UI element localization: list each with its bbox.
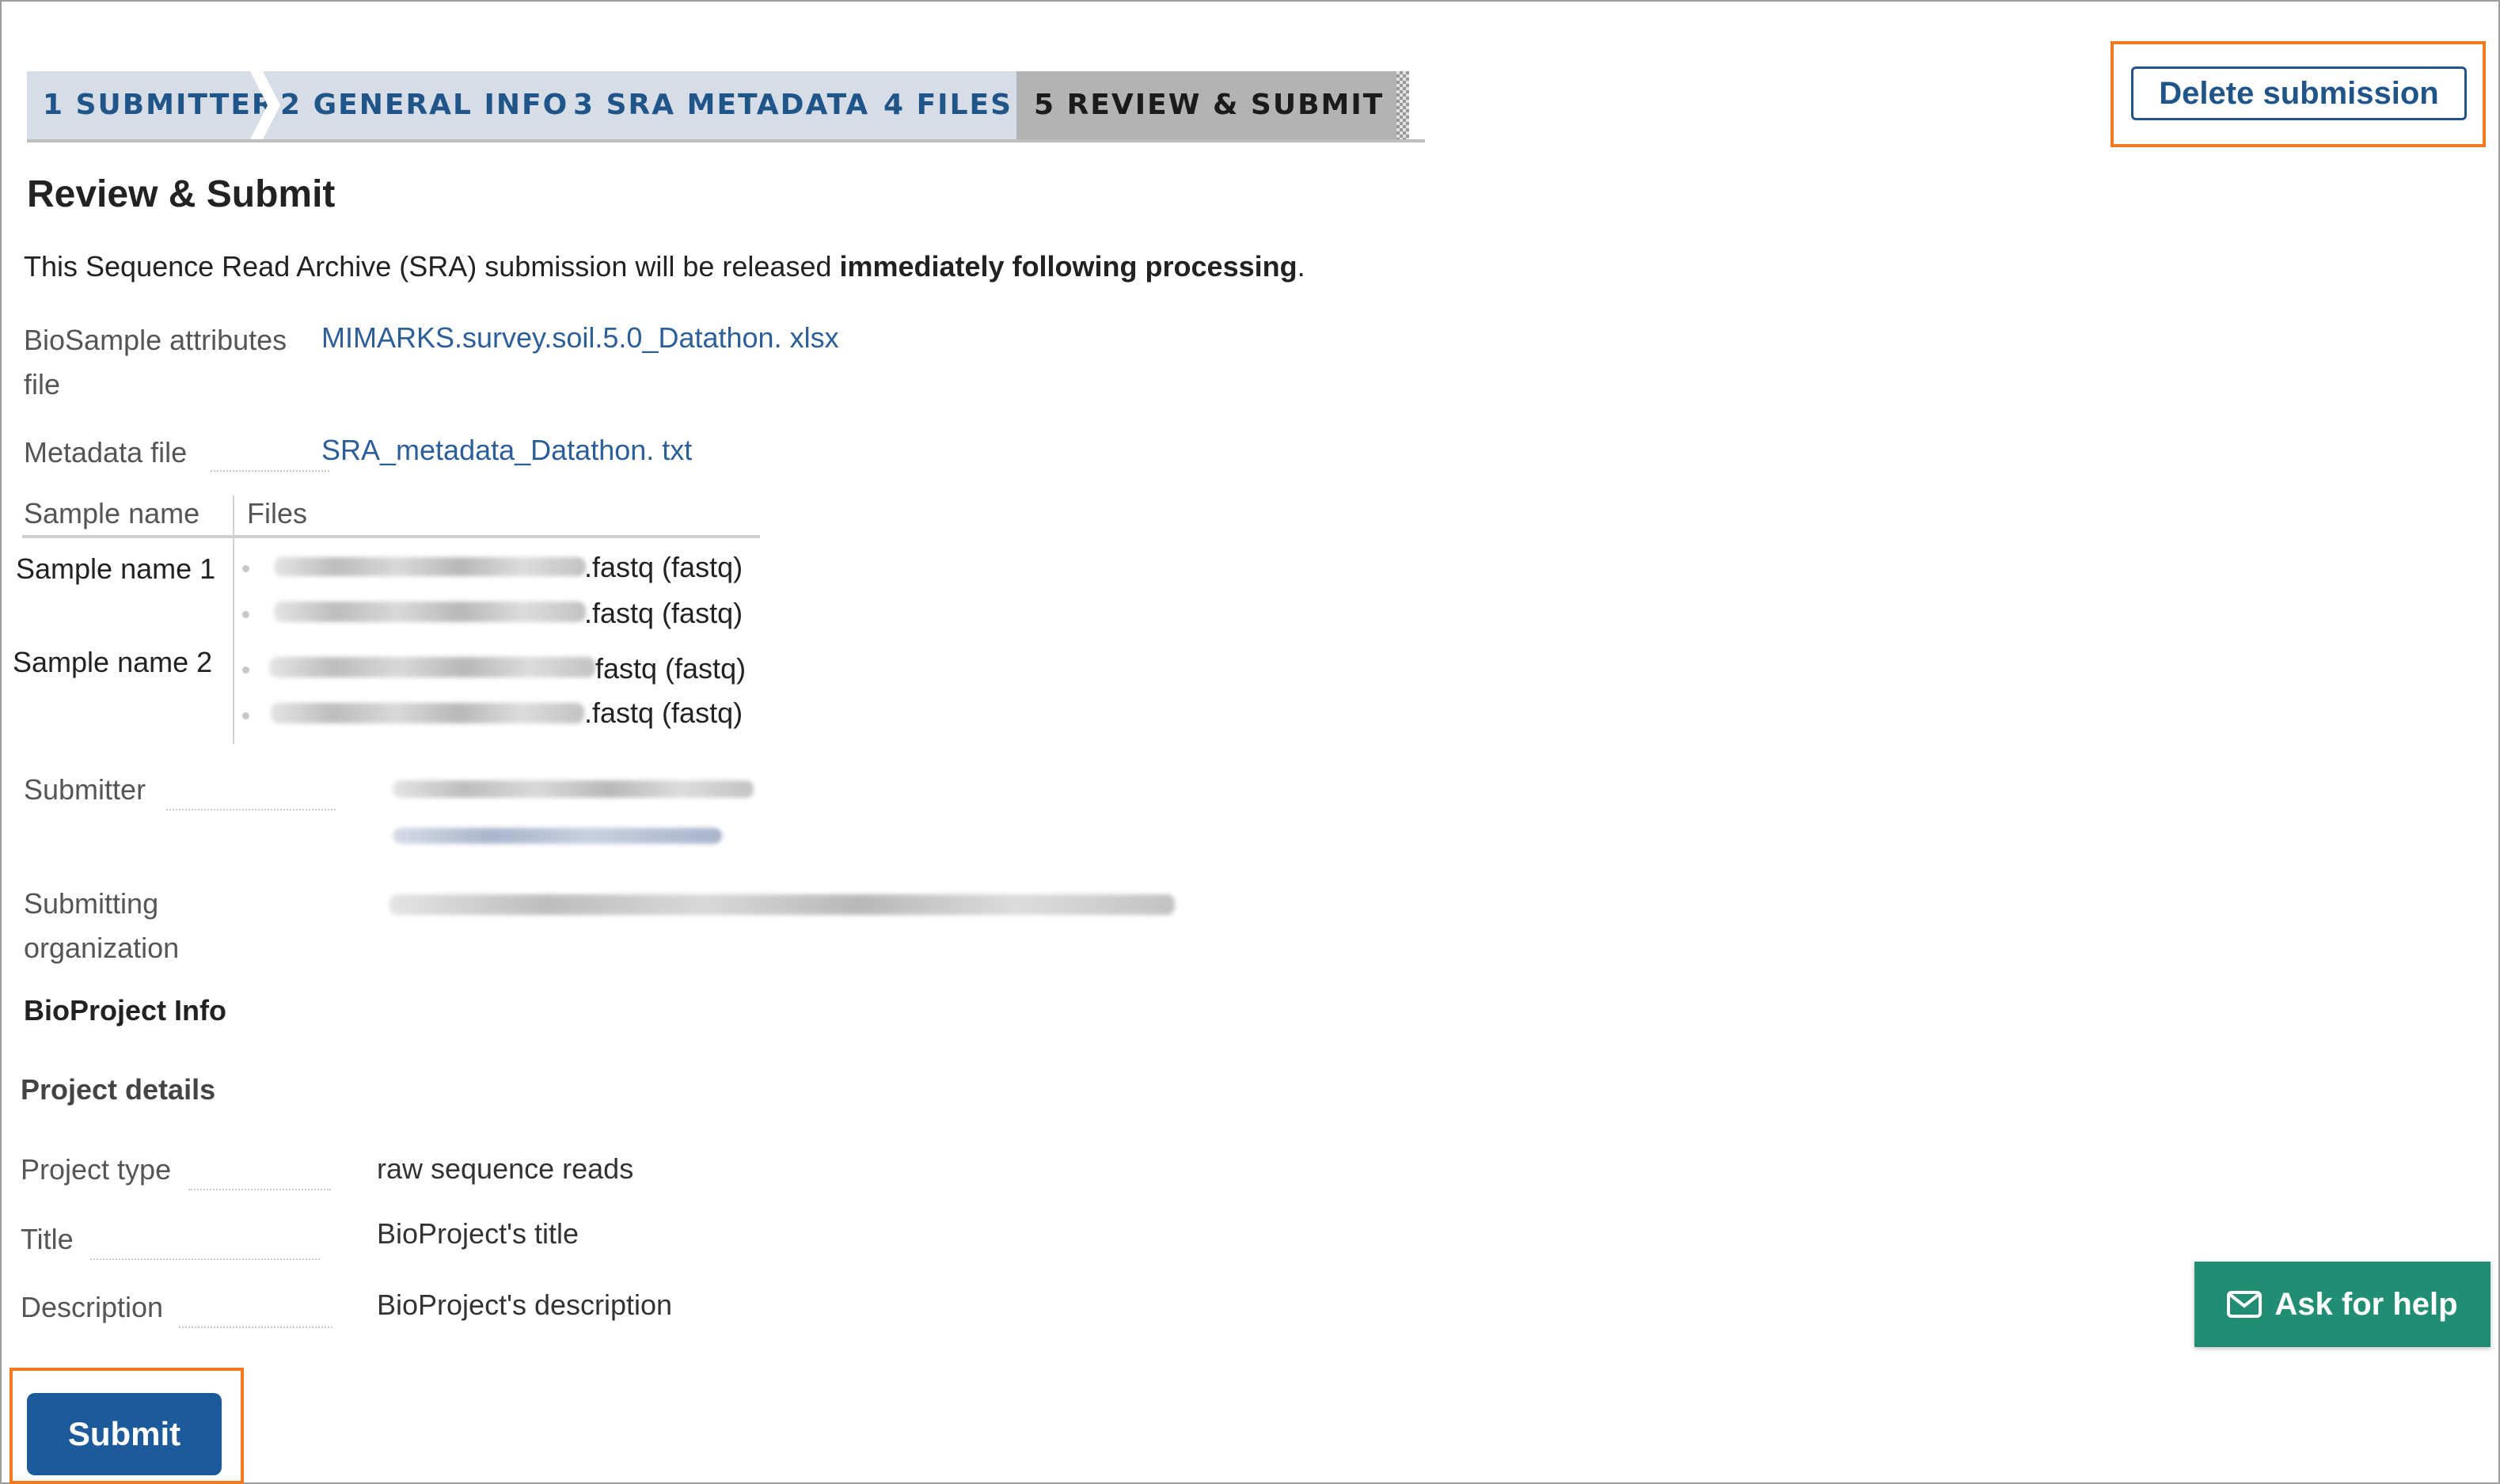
biosample-file-link[interactable]: MIMARKS.survey.soil.5.0_Datathon. xlsx (321, 321, 839, 355)
list-bullet (242, 666, 249, 674)
file-entry: .fastq (fastq) (584, 597, 743, 629)
step-label: 4 FILES (883, 89, 1013, 121)
redacted-submitter-name (393, 780, 754, 798)
page-title: Review & Submit (27, 173, 336, 215)
delete-submission-button[interactable]: Delete submission (2131, 66, 2467, 120)
step-label: 5 REVIEW & SUBMIT (1034, 89, 1385, 121)
biosample-label-line2: file (24, 368, 61, 400)
submitter-label: Submitter (24, 773, 146, 806)
organization-label: Submitting organization (24, 882, 179, 970)
submit-button[interactable]: Submit (27, 1393, 222, 1475)
release-notice: This Sequence Read Archive (SRA) submiss… (24, 250, 1305, 283)
metadata-file-label: Metadata file (24, 436, 188, 469)
ask-for-help-button[interactable]: Ask for help (2194, 1262, 2491, 1347)
dotted-leader (90, 1258, 320, 1260)
metadata-file-link[interactable]: SRA_metadata_Datathon. txt (321, 434, 692, 467)
project-details-heading: Project details (21, 1073, 216, 1106)
list-bullet (242, 712, 249, 719)
sample-name-cell: Sample name 1 (16, 552, 216, 585)
sample-name-cell: Sample name 2 (13, 646, 213, 678)
bioproject-info-heading: BioProject Info (24, 994, 227, 1027)
envelope-icon (2227, 1291, 2263, 1318)
step-label: 1 SUBMITTER (43, 89, 275, 121)
organization-label-line1: Submitting (24, 887, 159, 920)
notice-end: . (1297, 250, 1305, 283)
page-frame (0, 0, 2500, 1484)
title-value: BioProject's title (377, 1217, 579, 1250)
redacted-filename (271, 703, 584, 723)
step-sra-metadata[interactable]: 3 SRA METADATA (556, 71, 893, 139)
file-entry: .fastq (fastq) (584, 696, 743, 729)
dotted-leader (188, 1189, 331, 1190)
notice-text: This Sequence Read Archive (SRA) submiss… (24, 250, 840, 283)
list-bullet (242, 611, 249, 618)
redacted-filename (274, 602, 586, 622)
redacted-filename (274, 557, 586, 576)
dotted-leader (166, 809, 336, 810)
description-label: Description (21, 1291, 164, 1323)
step-general-info[interactable]: 2 GENERAL INFO (263, 71, 586, 139)
column-header-files: Files (247, 497, 308, 529)
list-bullet (242, 565, 249, 572)
redacted-submitter-email (393, 828, 722, 844)
title-label: Title (21, 1223, 74, 1255)
project-type-value: raw sequence reads (377, 1152, 634, 1185)
table-header-rule (22, 535, 760, 538)
organization-label-line2: organization (24, 932, 180, 964)
dotted-leader (179, 1326, 332, 1328)
step-submitter[interactable]: 1 SUBMITTER (27, 71, 268, 139)
redacted-organization (389, 894, 1175, 915)
column-header-sample: Sample name (24, 497, 200, 529)
redacted-filename (269, 657, 595, 677)
file-entry: .fastq (fastq) (584, 551, 743, 583)
wizard-steps: 1 SUBMITTER 2 GENERAL INFO 3 SRA METADAT… (27, 71, 1425, 142)
dotted-leader (211, 470, 329, 472)
help-label: Ask for help (2274, 1286, 2458, 1322)
step-label: 3 SRA METADATA (573, 89, 870, 121)
description-value: BioProject's description (377, 1289, 673, 1321)
notice-emphasis: immediately following processing (839, 250, 1297, 283)
project-type-label: Project type (21, 1153, 172, 1186)
step-review-submit[interactable]: 5 REVIEW & SUBMIT (1016, 71, 1409, 139)
table-column-rule (233, 495, 234, 744)
step-label: 2 GENERAL INFO (280, 89, 569, 121)
file-entry: fastq (fastq) (595, 652, 747, 685)
biosample-label: BioSample attributes file (24, 318, 287, 407)
biosample-label-line1: BioSample attributes (24, 324, 287, 356)
